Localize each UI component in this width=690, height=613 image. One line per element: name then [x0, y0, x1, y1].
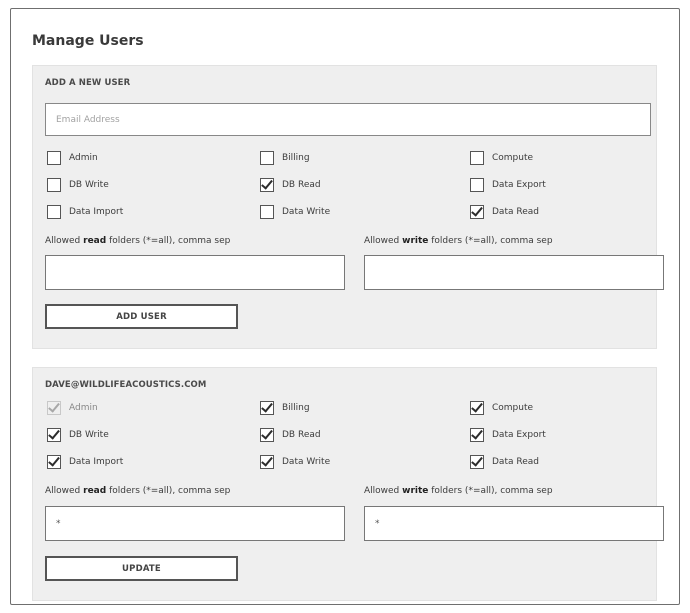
- checkbox-label: DB Write: [69, 180, 109, 190]
- add-user-button[interactable]: ADD USER: [45, 304, 238, 329]
- read-folders-label: Allowed read folders (*=all), comma sep: [45, 486, 231, 496]
- page-title: Manage Users: [32, 33, 144, 49]
- checkbox-data-import[interactable]: [47, 205, 61, 219]
- checkbox-label: Billing: [282, 153, 310, 163]
- write-folders-input[interactable]: [364, 255, 664, 290]
- checkbox-data-import[interactable]: [47, 455, 61, 469]
- checkbox-db-read[interactable]: [260, 428, 274, 442]
- checkbox-data-export[interactable]: [470, 178, 484, 192]
- checkbox-label: Data Export: [492, 430, 546, 440]
- checkbox-label: DB Write: [69, 430, 109, 440]
- permission-checkbox-data-import[interactable]: Data Import: [47, 455, 123, 469]
- permission-checkbox-db-read[interactable]: DB Read: [260, 428, 321, 442]
- checkbox-data-read[interactable]: [470, 455, 484, 469]
- read-folders-input[interactable]: [45, 506, 345, 541]
- checkbox-compute[interactable]: [470, 151, 484, 165]
- checkbox-label: Data Export: [492, 180, 546, 190]
- checkbox-db-read[interactable]: [260, 178, 274, 192]
- checkbox-admin[interactable]: [47, 151, 61, 165]
- checkbox-billing[interactable]: [260, 151, 274, 165]
- add-user-panel: ADD A NEW USER Admin Billing Compute DB …: [32, 65, 664, 349]
- checkbox-label: Compute: [492, 403, 534, 413]
- checkbox-label: Admin: [69, 153, 98, 163]
- checkbox-billing[interactable]: [260, 401, 274, 415]
- checkbox-data-write[interactable]: [260, 205, 274, 219]
- permission-checkbox-billing[interactable]: Billing: [260, 401, 310, 415]
- checkbox-label: Data Import: [69, 457, 124, 467]
- permission-checkbox-data-write[interactable]: Data Write: [260, 455, 330, 469]
- user-email-title: DAVE@WILDLIFEACOUSTICS.COM: [45, 380, 207, 390]
- permission-checkbox-db-write[interactable]: DB Write: [47, 178, 109, 192]
- checkbox-label: Compute: [492, 153, 534, 163]
- checkbox-label: Data Import: [69, 207, 124, 217]
- checkbox-label: Data Read: [492, 457, 539, 467]
- permission-checkbox-db-write[interactable]: DB Write: [47, 428, 109, 442]
- permission-checkbox-data-read[interactable]: Data Read: [470, 205, 539, 219]
- checkbox-label: Data Read: [492, 207, 539, 217]
- checkbox-db-write[interactable]: [47, 178, 61, 192]
- read-folders-label: Allowed read folders (*=all), comma sep: [45, 236, 231, 246]
- checkbox-data-read[interactable]: [470, 205, 484, 219]
- permission-checkbox-data-export[interactable]: Data Export: [470, 178, 546, 192]
- read-folders-input[interactable]: [45, 255, 345, 290]
- permission-checkbox-compute[interactable]: Compute: [470, 401, 533, 415]
- permission-checkbox-billing[interactable]: Billing: [260, 151, 310, 165]
- checkbox-label: DB Read: [282, 180, 321, 190]
- permission-checkbox-data-read[interactable]: Data Read: [470, 455, 539, 469]
- user-panel: DAVE@WILDLIFEACOUSTICS.COM Admin Billing…: [32, 367, 664, 601]
- update-button[interactable]: UPDATE: [45, 556, 238, 581]
- permission-checkbox-admin[interactable]: Admin: [47, 401, 98, 415]
- checkbox-label: Data Write: [282, 207, 331, 217]
- checkbox-data-write[interactable]: [260, 455, 274, 469]
- checkbox-label: Admin: [69, 403, 98, 413]
- email-field[interactable]: [45, 103, 651, 136]
- checkbox-db-write[interactable]: [47, 428, 61, 442]
- permission-checkbox-compute[interactable]: Compute: [470, 151, 533, 165]
- checkbox-compute[interactable]: [470, 401, 484, 415]
- checkbox-admin: [47, 401, 61, 415]
- write-folders-input[interactable]: [364, 506, 664, 541]
- permission-checkbox-data-write[interactable]: Data Write: [260, 205, 330, 219]
- checkbox-label: Billing: [282, 403, 310, 413]
- checkbox-label: DB Read: [282, 430, 321, 440]
- add-user-section-title: ADD A NEW USER: [45, 78, 131, 88]
- permission-checkbox-data-import[interactable]: Data Import: [47, 205, 123, 219]
- write-folders-label: Allowed write folders (*=all), comma sep: [364, 236, 553, 246]
- permission-checkbox-admin[interactable]: Admin: [47, 151, 98, 165]
- permission-checkbox-db-read[interactable]: DB Read: [260, 178, 321, 192]
- checkbox-label: Data Write: [282, 457, 331, 467]
- checkbox-data-export[interactable]: [470, 428, 484, 442]
- manage-users-window: Manage Users ADD A NEW USER Admin Billin…: [10, 8, 680, 605]
- write-folders-label: Allowed write folders (*=all), comma sep: [364, 486, 553, 496]
- permission-checkbox-data-export[interactable]: Data Export: [470, 428, 546, 442]
